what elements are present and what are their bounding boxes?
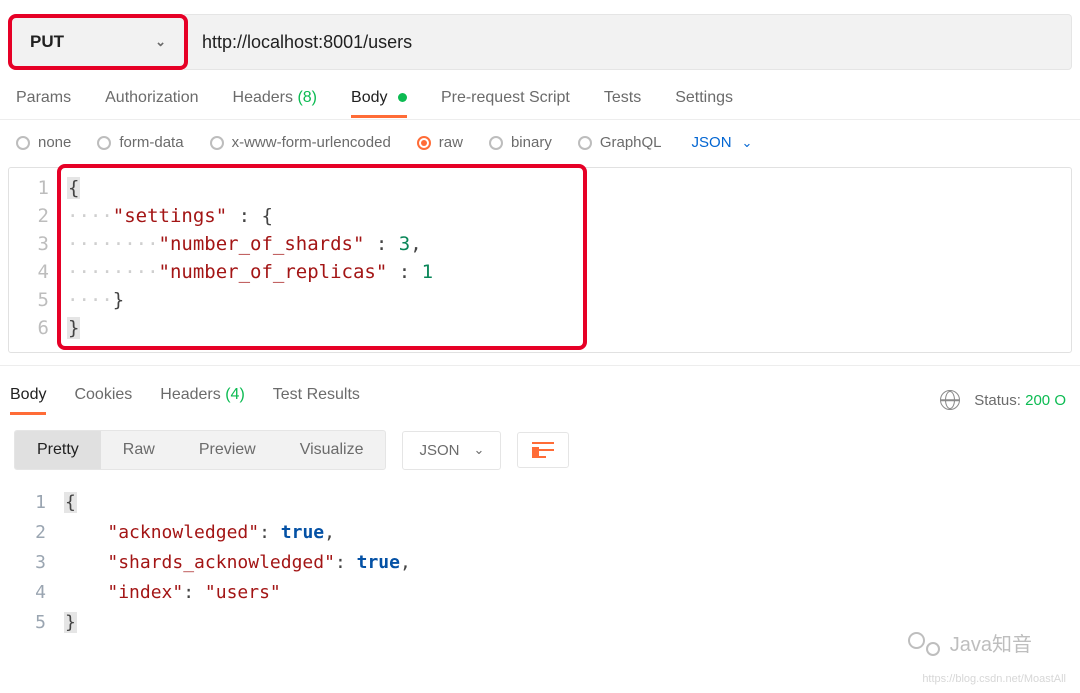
radio-raw[interactable]: raw — [417, 134, 463, 151]
response-view-tabs: Pretty Raw Preview Visualize — [14, 430, 386, 470]
url-text: http://localhost:8001/users — [202, 32, 412, 53]
response-status: Status: 200 O — [940, 390, 1066, 410]
tab-tests[interactable]: Tests — [604, 89, 641, 117]
resp-tab-headers[interactable]: Headers (4) — [160, 386, 245, 414]
body-modified-dot — [398, 93, 407, 102]
wrap-lines-button[interactable] — [517, 432, 569, 468]
response-tabs: Body Cookies Headers (4) Test Results — [10, 386, 360, 414]
http-method-select[interactable]: PUT ⌄ — [8, 14, 188, 70]
chevron-down-icon: ⌄ — [473, 442, 484, 458]
tab-prerequest[interactable]: Pre-request Script — [441, 89, 570, 117]
radio-none[interactable]: none — [16, 134, 71, 151]
response-lang-select[interactable]: JSON⌄ — [402, 431, 501, 470]
http-method-label: PUT — [30, 32, 64, 52]
tab-params[interactable]: Params — [16, 89, 71, 117]
resp-tab-body[interactable]: Body — [10, 386, 46, 414]
body-lang-select[interactable]: JSON⌄ — [692, 134, 753, 151]
resp-tab-testresults[interactable]: Test Results — [273, 386, 360, 414]
view-raw[interactable]: Raw — [101, 431, 177, 469]
response-body[interactable]: 1{ 2 "acknowledged": true, 3 "shards_ack… — [0, 470, 1080, 638]
radio-binary[interactable]: binary — [489, 134, 552, 151]
wechat-icon — [908, 630, 940, 656]
url-input[interactable]: http://localhost:8001/users — [184, 14, 1072, 70]
view-pretty[interactable]: Pretty — [15, 431, 101, 469]
view-visualize[interactable]: Visualize — [278, 431, 386, 469]
body-type-row: none form-data x-www-form-urlencoded raw… — [0, 120, 1080, 167]
watermark-url: https://blog.csdn.net/MoastAll — [922, 673, 1066, 685]
headers-count: (8) — [297, 89, 317, 106]
radio-formdata[interactable]: form-data — [97, 134, 183, 151]
watermark: Java知音 — [908, 628, 1032, 657]
chevron-down-icon: ⌄ — [742, 135, 753, 151]
radio-urlencoded[interactable]: x-www-form-urlencoded — [210, 134, 391, 151]
view-preview[interactable]: Preview — [177, 431, 278, 469]
resp-tab-cookies[interactable]: Cookies — [74, 386, 132, 414]
tab-headers[interactable]: Headers (8) — [233, 89, 318, 117]
tab-authorization[interactable]: Authorization — [105, 89, 198, 117]
chevron-down-icon: ⌄ — [155, 34, 166, 50]
tab-body[interactable]: Body — [351, 89, 407, 117]
radio-graphql[interactable]: GraphQL — [578, 134, 662, 151]
wrap-icon — [532, 441, 554, 459]
tab-settings[interactable]: Settings — [675, 89, 733, 117]
request-tabs: Params Authorization Headers (8) Body Pr… — [0, 80, 1080, 120]
globe-icon[interactable] — [940, 390, 960, 410]
request-body-editor[interactable]: 1{ 2····"settings" : { 3········"number_… — [8, 167, 1072, 353]
